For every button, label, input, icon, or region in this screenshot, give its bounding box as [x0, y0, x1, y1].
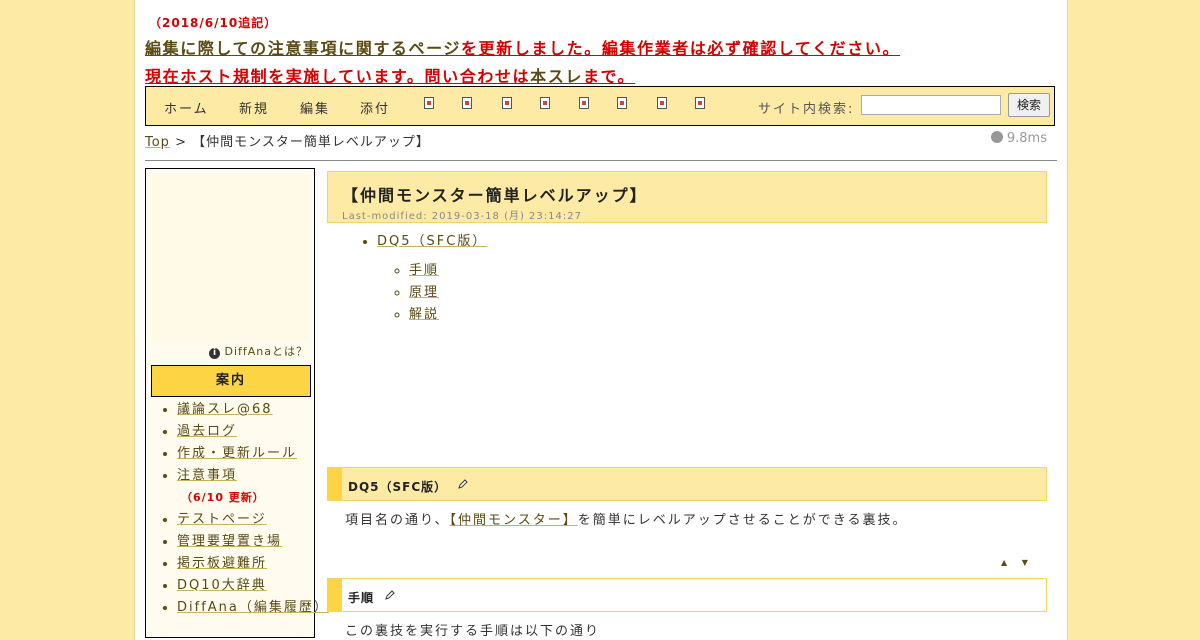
sidebar-item: 過去ログ: [177, 421, 347, 443]
rename-icon[interactable]: [462, 97, 472, 109]
sidebar-update-note: （6/10 更新）: [181, 491, 265, 504]
notice-line-1-text: を更新しました。編集作業者は必ず確認してください。: [461, 39, 901, 58]
toc-item: DQ5（SFC版） 手順 原理 解説: [377, 232, 487, 326]
nav-home-link[interactable]: ホーム: [164, 98, 209, 117]
breadcrumb-current: 【仲間モンスター簡単レベルアップ】: [192, 135, 430, 150]
list-icon[interactable]: [617, 97, 627, 109]
section-text-before: 項目名の通り、: [345, 513, 450, 528]
navbar: ホーム 新規 編集 添付 サイト内検索: 検索: [145, 86, 1055, 126]
sidebar-item-diffana[interactable]: DiffAna（編集履歴）: [177, 600, 329, 615]
notice-line-2-start: 現在ホスト規制を実施しています。問い合わせは: [145, 67, 531, 86]
notice-area: （2018/6/10追記） 編集に際しての注意事項に関するページを更新しました。…: [145, 14, 900, 87]
toc-link-procedure[interactable]: 手順: [409, 263, 439, 278]
speedometer-icon: [990, 131, 1003, 143]
section-title: DQ5（SFC版）: [348, 478, 469, 495]
diffana-help-link[interactable]: i DiffAnaとは？: [209, 343, 308, 359]
sidebar-item-past-logs[interactable]: 過去ログ: [177, 424, 237, 439]
section-text-dq5: 項目名の通り、【仲間モンスター】を簡単にレベルアップさせることができる裏技。: [345, 509, 907, 528]
page-title: 【仲間モンスター簡単レベルアップ】: [342, 186, 648, 205]
sidebar-menu: 議論スレ@68 過去ログ 作成・更新ルール 注意事項 （6/10 更新） テスト…: [146, 399, 347, 619]
notice-rules-link[interactable]: 編集に際しての注意事項に関するページ: [145, 39, 461, 58]
search-button[interactable]: 検索: [1008, 93, 1050, 117]
sidebar-item-dq10-dictionary[interactable]: DQ10大辞典: [177, 578, 267, 593]
breadcrumb-top-link[interactable]: Top: [145, 135, 170, 150]
recent-icon[interactable]: [657, 97, 667, 109]
nav-edit-link[interactable]: 編集: [300, 98, 330, 117]
sidebar: iDiffAnaとは？ 案内 議論スレ@68 過去ログ 作成・更新ルール 注意事…: [145, 168, 327, 638]
toc-subitem: 原理: [409, 282, 487, 304]
section-heading-procedure: 手順: [327, 578, 1047, 612]
notice-line-2-end: まで。: [582, 67, 636, 86]
title-box: 【仲間モンスター簡単レベルアップ】 Last-modified: 2019-03…: [327, 171, 1047, 223]
toc-link-dq5[interactable]: DQ5（SFC版）: [377, 234, 487, 249]
sidebar-item-discussion[interactable]: 議論スレ@68: [177, 402, 273, 417]
breadcrumb: Top > 【仲間モンスター簡単レベルアップ】: [145, 131, 430, 150]
sidebar-item: テストページ: [177, 509, 347, 531]
section-title-text: DQ5（SFC版）: [348, 480, 448, 494]
notice-date: （2018/6/10追記）: [149, 16, 278, 30]
notice-line-1: 編集に際しての注意事項に関するページを更新しました。編集作業者は必ず確認してくだ…: [145, 35, 900, 59]
sidebar-item: 注意事項: [177, 465, 347, 487]
copy-icon[interactable]: [424, 97, 434, 109]
sidebar-item: DiffAna（編集履歴）: [177, 597, 347, 619]
timer-value: 9.8ms: [1006, 131, 1047, 146]
main-thread-link[interactable]: 本スレ: [530, 67, 583, 86]
page-container: （2018/6/10追記） 編集に際しての注意事項に関するページを更新しました。…: [134, 0, 1068, 640]
last-modified: Last-modified: 2019-03-18 (月) 23:14:27: [342, 211, 582, 222]
search-label: サイト内検索:: [758, 102, 855, 117]
section-text-after: を簡単にレベルアップさせることができる裏技。: [577, 513, 908, 528]
freeze-icon[interactable]: [579, 97, 589, 109]
diffana-help-label: DiffAnaとは？: [224, 345, 308, 358]
section-accent-bar: [328, 468, 342, 500]
render-timer: 9.8ms: [990, 131, 1047, 146]
sidebar-heading: 案内: [151, 365, 311, 397]
pencil-icon[interactable]: [458, 479, 469, 489]
table-of-contents: DQ5（SFC版） 手順 原理 解説: [377, 232, 487, 326]
section-title: 手順: [348, 589, 395, 606]
section-heading-dq5: DQ5（SFC版）: [327, 467, 1047, 501]
divider: [145, 160, 1057, 161]
sidebar-item: DQ10大辞典: [177, 575, 347, 597]
toc-link-explanation[interactable]: 解説: [409, 307, 439, 322]
backup-icon[interactable]: [540, 97, 550, 109]
sidebar-item: 議論スレ@68: [177, 399, 347, 421]
notice-line-2: 現在ホスト規制を実施しています。問い合わせは本スレまで。: [145, 63, 900, 87]
companion-monster-link[interactable]: 【仲間モンスター】: [449, 513, 577, 528]
sidebar-item-test-page[interactable]: テストページ: [177, 512, 267, 527]
diff-icon[interactable]: [502, 97, 512, 109]
sidebar-item: 作成・更新ルール: [177, 443, 347, 465]
section-title-text: 手順: [348, 591, 375, 605]
toc-link-principle[interactable]: 原理: [409, 285, 439, 300]
sidebar-item-shelter[interactable]: 掲示板避難所: [177, 556, 267, 571]
search-input[interactable]: [861, 95, 1001, 115]
sidebar-item: 掲示板避難所: [177, 553, 347, 575]
sidebar-item-notes[interactable]: 注意事項: [177, 468, 237, 483]
nav-attach-link[interactable]: 添付: [360, 98, 390, 117]
pencil-icon[interactable]: [385, 590, 395, 600]
page-nav-arrows[interactable]: ▲ ▼: [1001, 558, 1034, 567]
section-accent-bar: [328, 579, 342, 611]
sidebar-item: 管理要望置き場: [177, 531, 347, 553]
breadcrumb-separator: >: [175, 135, 187, 150]
sidebar-item-requests[interactable]: 管理要望置き場: [177, 534, 282, 549]
toc-subitem: 解説: [409, 304, 487, 326]
toc-sublist: 手順 原理 解説: [377, 260, 487, 326]
toc-subitem: 手順: [409, 260, 487, 282]
nav-new-link[interactable]: 新規: [239, 98, 269, 117]
sidebar-item-rules[interactable]: 作成・更新ルール: [177, 446, 297, 461]
help-icon[interactable]: [695, 97, 705, 109]
info-icon: i: [209, 348, 221, 359]
sidebar-banner: [152, 175, 308, 340]
